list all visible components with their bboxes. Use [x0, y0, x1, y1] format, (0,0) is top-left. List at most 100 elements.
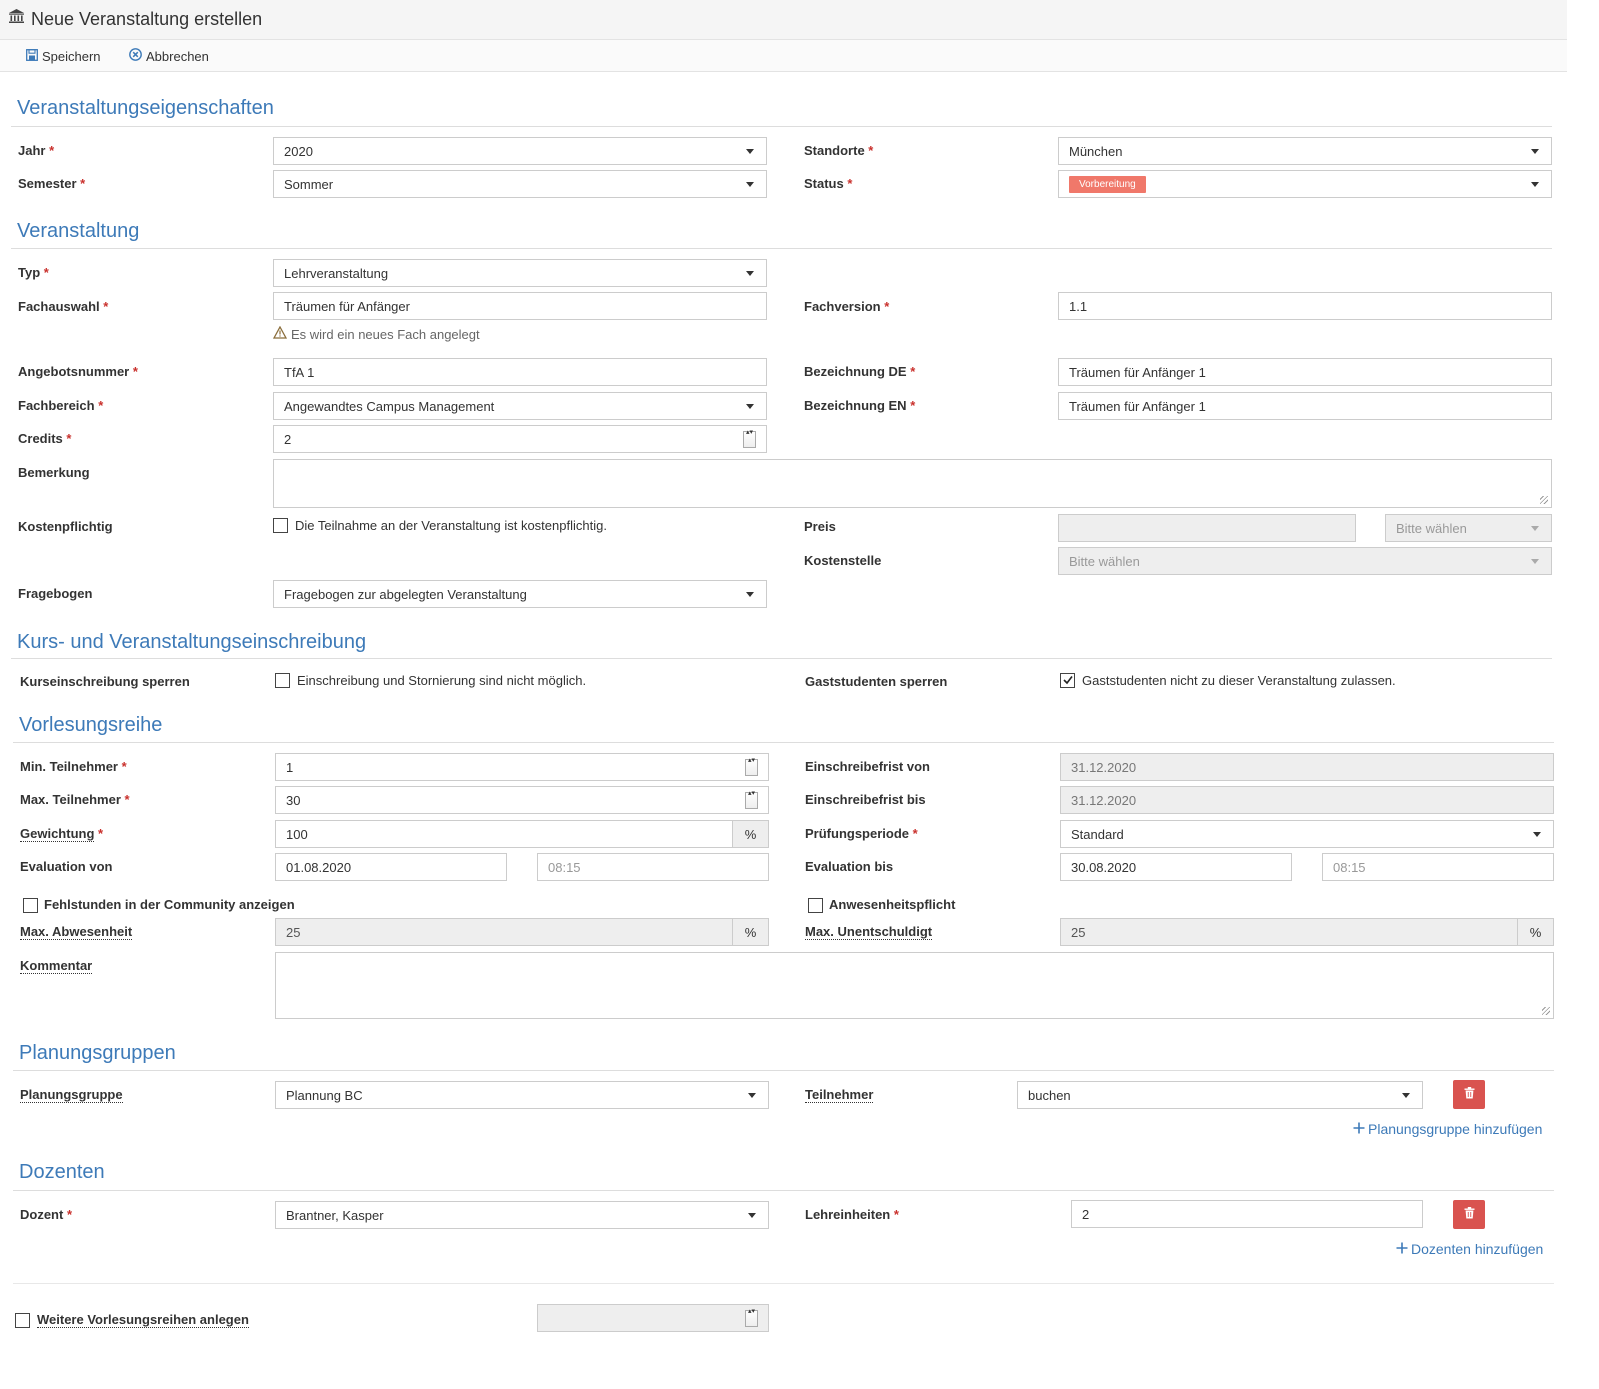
status-select[interactable]: Vorbereitung — [1058, 170, 1552, 198]
enrollment-lock-row[interactable]: Einschreibung und Stornierung sind nicht… — [275, 673, 586, 688]
guest-lock-row[interactable]: Gaststudenten nicht zu dieser Veranstalt… — [1060, 673, 1396, 688]
remark-textarea[interactable] — [273, 459, 1552, 508]
save-button[interactable]: Speichern — [26, 47, 101, 65]
save-icon — [26, 48, 38, 64]
price-input[interactable] — [1058, 514, 1356, 542]
lecturer-select[interactable]: Brantner, Kasper — [275, 1201, 769, 1229]
weight-input[interactable]: 100 — [275, 820, 733, 848]
evaluation-from-label: Evaluation von — [20, 859, 113, 874]
more-series-row[interactable]: Weitere Vorlesungsreihen anlegen — [15, 1311, 249, 1329]
guest-lock-checkbox-label: Gaststudenten nicht zu dieser Veranstalt… — [1082, 673, 1396, 688]
price-unit-select[interactable]: Bitte wählen — [1385, 514, 1552, 542]
add-planning-group-link[interactable]: Planungsgruppe hinzufügen — [1353, 1121, 1542, 1137]
guest-lock-checkbox[interactable] — [1060, 673, 1075, 688]
year-select[interactable]: 2020 — [273, 137, 767, 165]
section-divider — [13, 742, 1554, 743]
toolbar — [0, 40, 1567, 72]
enrollment-lock-checkbox-label: Einschreibung und Stornierung sind nicht… — [297, 673, 587, 688]
planning-participants-select[interactable]: buchen — [1017, 1081, 1423, 1109]
trash-icon — [1464, 1207, 1475, 1222]
locations-label: Standorte * — [804, 143, 874, 158]
delete-planning-group-button[interactable] — [1453, 1080, 1485, 1109]
teaching-units-label: Lehreinheiten * — [805, 1207, 899, 1222]
type-label: Typ * — [18, 265, 49, 280]
enrollment-lock-checkbox[interactable] — [275, 673, 290, 688]
evaluation-to-time-input[interactable]: 08:15 — [1322, 853, 1554, 881]
subject-label: Fachauswahl * — [18, 299, 109, 314]
resize-grip[interactable] — [1542, 1007, 1550, 1015]
planning-group-select[interactable]: Plannung BC — [275, 1081, 769, 1109]
absence-show-checkbox[interactable] — [23, 897, 38, 913]
resize-grip[interactable] — [1540, 496, 1548, 504]
section-divider — [13, 1070, 1554, 1071]
evaluation-to-date-input[interactable]: 30.08.2020 — [1060, 853, 1292, 881]
cancel-button[interactable]: Abbrechen — [129, 47, 209, 65]
enrollment-lock-label: Kurseinschreibung sperren — [20, 674, 190, 689]
max-participants-stepper[interactable]: 30 — [275, 786, 769, 814]
delete-lecturer-button[interactable] — [1453, 1200, 1485, 1229]
min-participants-stepper[interactable]: 1 — [275, 753, 769, 781]
subject-warning-text: Es wird ein neues Fach angelegt — [291, 326, 480, 342]
version-input[interactable]: 1.1 — [1058, 292, 1552, 320]
evaluation-to-label: Evaluation bis — [805, 859, 894, 874]
more-series-checkbox[interactable] — [15, 1312, 30, 1328]
questionnaire-select[interactable]: Fragebogen zur abgelegten Veranstaltung — [273, 580, 767, 608]
max-unexcused-percent-addon: % — [1518, 918, 1554, 946]
year-label: Jahr * — [18, 143, 55, 158]
offer-number-label: Angebotsnummer * — [18, 364, 138, 379]
lecturer-label: Dozent * — [20, 1207, 73, 1222]
attendance-row[interactable]: Anwesenheitspflicht — [808, 896, 955, 914]
enroll-from-label: Einschreibefrist von — [805, 759, 930, 774]
section-heading-lecture-series: Vorlesungsreihe — [19, 714, 163, 736]
department-select[interactable]: Angewandtes Campus Management — [273, 392, 767, 420]
evaluation-from-date-input[interactable]: 01.08.2020 — [275, 853, 507, 881]
exam-period-label: Prüfungsperiode * — [805, 826, 918, 841]
section-divider — [11, 658, 1552, 659]
costcenter-label: Kostenstelle — [804, 553, 882, 568]
costcenter-select[interactable]: Bitte wählen — [1058, 547, 1552, 575]
add-lecturer-link[interactable]: Dozenten hinzufügen — [1396, 1241, 1543, 1257]
locations-select[interactable]: München — [1058, 137, 1552, 165]
questionnaire-label: Fragebogen — [18, 586, 93, 601]
paid-checkbox-row[interactable]: Die Teilnahme an der Veranstaltung ist k… — [273, 518, 607, 533]
footer-divider — [13, 1283, 1554, 1284]
credits-label: Credits * — [18, 431, 72, 446]
attendance-label: Anwesenheitspflicht — [829, 897, 956, 912]
max-unexcused-label: Max. Unentschuldigt — [805, 924, 933, 940]
comment-label: Kommentar — [20, 958, 93, 974]
name-de-input[interactable]: Träumen für Anfänger 1 — [1058, 358, 1552, 386]
section-heading-planning-groups: Planungsgruppen — [19, 1042, 176, 1064]
weight-percent-addon: % — [733, 820, 769, 848]
save-button-label: Speichern — [42, 48, 101, 64]
section-heading-event: Veranstaltung — [17, 220, 140, 242]
max-absence-input[interactable]: 25 — [275, 918, 733, 946]
type-select[interactable]: Lehrveranstaltung — [273, 259, 767, 287]
section-heading-properties: Veranstaltungseigenschaften — [17, 97, 274, 119]
enroll-from-input[interactable]: 31.12.2020 — [1060, 753, 1554, 781]
paid-checkbox[interactable] — [273, 518, 288, 533]
cancel-button-label: Abbrechen — [146, 48, 209, 64]
remark-label: Bemerkung — [18, 465, 90, 480]
more-series-stepper[interactable] — [537, 1304, 769, 1332]
credits-stepper[interactable]: 2 — [273, 425, 767, 453]
enroll-to-input[interactable]: 31.12.2020 — [1060, 786, 1554, 814]
attendance-checkbox[interactable] — [808, 897, 823, 913]
section-heading-enrollment: Kurs- und Veranstaltungseinschreibung — [17, 631, 367, 653]
name-en-input[interactable]: Träumen für Anfänger 1 — [1058, 392, 1552, 420]
comment-textarea[interactable] — [275, 952, 1554, 1019]
subject-input[interactable]: Träumen für Anfänger — [273, 292, 767, 320]
max-unexcused-input[interactable]: 25 — [1060, 918, 1518, 946]
name-en-label: Bezeichnung EN * — [804, 398, 916, 413]
semester-select[interactable]: Sommer — [273, 170, 767, 198]
evaluation-from-time-input[interactable]: 08:15 — [537, 853, 769, 881]
enroll-to-label: Einschreibefrist bis — [805, 792, 926, 807]
paid-checkbox-label: Die Teilnahme an der Veranstaltung ist k… — [295, 518, 607, 533]
section-divider — [11, 126, 1552, 127]
section-divider — [13, 1190, 1554, 1191]
guest-lock-label: Gaststudenten sperren — [805, 674, 948, 689]
add-planning-group-label: Planungsgruppe hinzufügen — [1368, 1121, 1543, 1137]
teaching-units-input[interactable]: 2 — [1071, 1200, 1423, 1228]
offer-number-input[interactable]: TfA 1 — [273, 358, 767, 386]
absence-show-row[interactable]: Fehlstunden in der Community anzeigen — [23, 896, 295, 914]
exam-period-select[interactable]: Standard — [1060, 820, 1554, 848]
